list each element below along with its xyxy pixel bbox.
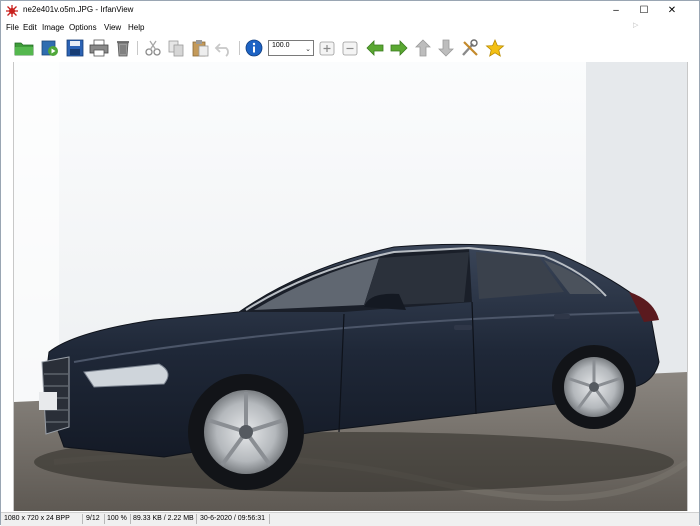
menu-view[interactable]: View bbox=[104, 23, 121, 32]
copy-icon[interactable] bbox=[166, 39, 186, 57]
print-icon[interactable] bbox=[89, 39, 109, 57]
paste-icon[interactable] bbox=[190, 39, 210, 57]
window-title: ne2e401v.o5m.JPG - IrfanView bbox=[23, 5, 134, 14]
slideshow-icon[interactable] bbox=[40, 39, 60, 57]
irfanview-app-icon bbox=[6, 5, 18, 17]
open-folder-icon[interactable] bbox=[14, 39, 34, 57]
status-index: 9/12 bbox=[86, 515, 100, 522]
maximize-button[interactable]: ☐ bbox=[630, 1, 658, 21]
info-icon[interactable] bbox=[244, 39, 264, 57]
zoom-in-icon[interactable] bbox=[317, 39, 337, 57]
zoom-value: 100.0 bbox=[272, 42, 290, 49]
car-photo bbox=[14, 62, 687, 511]
menu-file[interactable]: File bbox=[6, 23, 19, 32]
status-size: 89.33 KB / 2.22 MB bbox=[133, 515, 194, 522]
undo-icon[interactable] bbox=[214, 39, 234, 57]
minimize-button[interactable]: – bbox=[602, 1, 630, 21]
cut-icon[interactable] bbox=[143, 39, 163, 57]
delete-icon[interactable] bbox=[113, 39, 133, 57]
status-separator bbox=[130, 514, 131, 524]
status-separator bbox=[196, 514, 197, 524]
chevron-down-icon[interactable]: ⌄ bbox=[305, 45, 311, 53]
close-button[interactable]: ✕ bbox=[658, 1, 686, 21]
save-icon[interactable] bbox=[65, 39, 85, 57]
previous-arrow-icon[interactable] bbox=[365, 39, 385, 57]
status-separator bbox=[269, 514, 270, 524]
toolbar-separator bbox=[137, 41, 138, 55]
last-arrow-icon[interactable] bbox=[436, 39, 456, 57]
toolbar: 100.0 ⌄ bbox=[1, 35, 699, 61]
menu-help[interactable]: Help bbox=[128, 23, 144, 32]
next-arrow-icon[interactable] bbox=[389, 39, 409, 57]
menu-options[interactable]: Options bbox=[69, 23, 97, 32]
menu-edit[interactable]: Edit bbox=[23, 23, 37, 32]
first-arrow-icon[interactable] bbox=[413, 39, 433, 57]
status-bar: 1080 x 720 x 24 BPP 9/12 100 % 89.33 KB … bbox=[1, 512, 699, 526]
status-zoom: 100 % bbox=[107, 515, 127, 522]
menu-image[interactable]: Image bbox=[42, 23, 64, 32]
favorite-star-icon[interactable] bbox=[485, 39, 505, 57]
title-bar[interactable]: ne2e401v.o5m.JPG - IrfanView – ☐ ✕ bbox=[1, 1, 699, 21]
zoom-combobox[interactable]: 100.0 ⌄ bbox=[268, 40, 314, 56]
status-datetime: 30-6-2020 / 09:56:31 bbox=[200, 515, 265, 522]
status-separator bbox=[82, 514, 83, 524]
menu-bar: File Edit Image Options View Help bbox=[1, 21, 699, 35]
status-dimensions: 1080 x 720 x 24 BPP bbox=[4, 515, 70, 522]
settings-tools-icon[interactable] bbox=[460, 39, 480, 57]
zoom-out-icon[interactable] bbox=[340, 39, 360, 57]
status-separator bbox=[104, 514, 105, 524]
irfanview-window: ne2e401v.o5m.JPG - IrfanView – ☐ ✕ ▷ Fil… bbox=[0, 0, 700, 526]
image-viewport[interactable] bbox=[14, 62, 687, 511]
viewport-border bbox=[687, 62, 688, 511]
toolbar-separator bbox=[239, 41, 240, 55]
